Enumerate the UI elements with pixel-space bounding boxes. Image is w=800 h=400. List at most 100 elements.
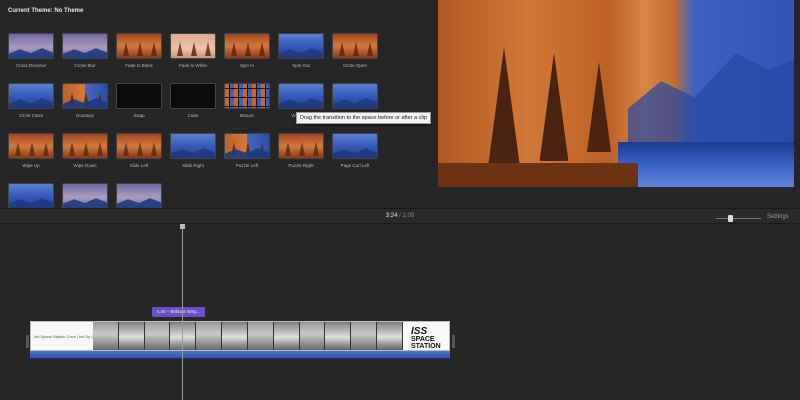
viewer-lake bbox=[618, 142, 794, 187]
transition-item[interactable]: Circle Open bbox=[332, 33, 378, 68]
transition-thumbnail[interactable] bbox=[278, 133, 324, 159]
transition-thumbnail[interactable] bbox=[332, 33, 378, 59]
transition-label: Cube bbox=[187, 113, 199, 118]
transition-thumbnail[interactable] bbox=[116, 33, 162, 59]
transition-thumbnail[interactable] bbox=[278, 33, 324, 59]
tree-shape bbox=[83, 142, 89, 156]
transition-item[interactable]: Page Curl Left bbox=[332, 133, 378, 168]
transition-thumbnail[interactable] bbox=[116, 83, 162, 109]
transition-item[interactable]: Spin Out bbox=[278, 33, 324, 68]
transition-label: Puzzle Left bbox=[235, 163, 259, 168]
mountain-shape bbox=[9, 198, 53, 208]
transition-thumbnail[interactable] bbox=[116, 133, 162, 159]
clip-start-handle[interactable] bbox=[26, 335, 29, 348]
transition-thumbnail[interactable] bbox=[8, 183, 54, 209]
tree-shape bbox=[339, 42, 345, 56]
total-time: 1:05 bbox=[402, 213, 415, 219]
playback-bar: 3:24 / 1:05 Settings bbox=[0, 208, 800, 224]
transition-thumbnail[interactable] bbox=[224, 83, 270, 109]
clip-frame bbox=[351, 322, 378, 350]
viewer-tree bbox=[488, 47, 520, 167]
transition-item[interactable]: Swap bbox=[116, 83, 162, 118]
transition-thumbnail[interactable] bbox=[116, 183, 162, 209]
transition-thumbnail[interactable] bbox=[170, 83, 216, 109]
tree-shape bbox=[353, 42, 359, 56]
transition-thumbnail[interactable] bbox=[332, 133, 378, 159]
tree-shape bbox=[245, 42, 251, 56]
video-clip[interactable]: Intl Space Station Crew | Intl Sp (V) IS… bbox=[30, 321, 450, 351]
mountain-shape bbox=[333, 148, 377, 158]
zoom-slider[interactable] bbox=[716, 215, 761, 222]
transition-item[interactable]: Puzzle Right bbox=[278, 133, 324, 168]
clip-frame bbox=[93, 322, 119, 350]
transition-thumbnail[interactable] bbox=[8, 133, 54, 159]
transition-item[interactable]: Puzzle Left bbox=[224, 133, 270, 168]
transition-thumbnail[interactable] bbox=[8, 83, 54, 109]
transition-label: Spin In bbox=[239, 63, 254, 68]
title-clip[interactable]: Intl Space Station Crew | Intl Sp (V) bbox=[31, 322, 97, 350]
transition-item[interactable]: Cube bbox=[170, 83, 216, 118]
transition-thumbnail[interactable] bbox=[224, 133, 270, 159]
transition-tag[interactable]: 4.0s – Brilliant Integ... bbox=[152, 307, 206, 317]
transition-item[interactable]: Mosaic bbox=[224, 83, 270, 118]
clip-frame bbox=[222, 322, 248, 350]
transition-item[interactable]: Wipe Down bbox=[62, 133, 108, 168]
tree-shape bbox=[137, 142, 143, 156]
tree-shape bbox=[151, 42, 157, 56]
clip-end-handle[interactable] bbox=[452, 335, 455, 348]
transition-thumbnail[interactable] bbox=[170, 33, 216, 59]
transition-item[interactable]: Cross Dissolve bbox=[8, 33, 54, 68]
tree-shape bbox=[285, 142, 291, 156]
transition-thumbnail[interactable] bbox=[62, 83, 108, 109]
transition-item[interactable]: Cross Blur bbox=[62, 33, 108, 68]
transition-item[interactable]: Spin In bbox=[224, 33, 270, 68]
slider-knob-icon[interactable] bbox=[728, 215, 733, 222]
mountain-shape bbox=[63, 48, 107, 58]
clip-frame bbox=[377, 322, 403, 350]
transition-thumbnail[interactable] bbox=[62, 183, 108, 209]
tree-shape bbox=[313, 142, 319, 156]
playhead[interactable] bbox=[182, 224, 183, 400]
clip-frame bbox=[247, 322, 274, 350]
audio-waveform[interactable] bbox=[30, 351, 450, 359]
clip-frame bbox=[273, 322, 300, 350]
transition-label: Slide Right bbox=[182, 163, 204, 168]
transition-item[interactable]: Fade to White bbox=[170, 33, 216, 68]
settings-button[interactable]: Settings bbox=[767, 214, 789, 220]
mountain-shape bbox=[63, 198, 107, 208]
transition-thumbnail[interactable] bbox=[62, 33, 108, 59]
clip-frame bbox=[325, 322, 352, 350]
transition-label: Cross Dissolve bbox=[15, 63, 46, 68]
mountain-shape bbox=[9, 48, 53, 58]
playhead-handle[interactable] bbox=[180, 224, 185, 229]
transition-item[interactable]: Wipe Up bbox=[8, 133, 54, 168]
tree-shape bbox=[205, 42, 211, 56]
transition-label: Doorway bbox=[76, 113, 94, 118]
transition-label: Wipe Up bbox=[22, 163, 40, 168]
transition-item[interactable]: Slide Right bbox=[170, 133, 216, 168]
mountain-shape bbox=[117, 198, 161, 208]
transition-item[interactable]: Circle Close bbox=[8, 83, 54, 118]
transition-item[interactable]: Fade to Black bbox=[116, 33, 162, 68]
transition-thumbnail[interactable] bbox=[170, 133, 216, 159]
transition-thumbnail[interactable] bbox=[278, 83, 324, 109]
transition-thumbnail[interactable] bbox=[62, 133, 108, 159]
logo-text-space: SPACE bbox=[411, 336, 435, 343]
viewer-tree bbox=[587, 62, 611, 152]
transition-thumbnail[interactable] bbox=[332, 83, 378, 109]
mountain-shape bbox=[279, 48, 323, 58]
tree-shape bbox=[177, 42, 183, 56]
transition-thumbnail[interactable] bbox=[8, 33, 54, 59]
transition-label: Page Curl Left bbox=[340, 163, 370, 168]
transition-item[interactable]: Doorway bbox=[62, 83, 108, 118]
tree-shape bbox=[97, 142, 103, 156]
transition-item[interactable]: Slide Left bbox=[116, 133, 162, 168]
clip-frames[interactable] bbox=[93, 322, 403, 350]
timeline[interactable]: 4.0s – Brilliant Integ... Intl Space Sta… bbox=[0, 224, 800, 400]
transition-thumbnail[interactable] bbox=[224, 33, 270, 59]
end-card-clip[interactable]: ISS SPACE STATION bbox=[403, 322, 449, 350]
tree-shape bbox=[43, 142, 49, 156]
mountain-shape bbox=[279, 98, 323, 108]
mountain-shape bbox=[333, 98, 377, 108]
transition-label: Cross Blur bbox=[74, 63, 96, 68]
